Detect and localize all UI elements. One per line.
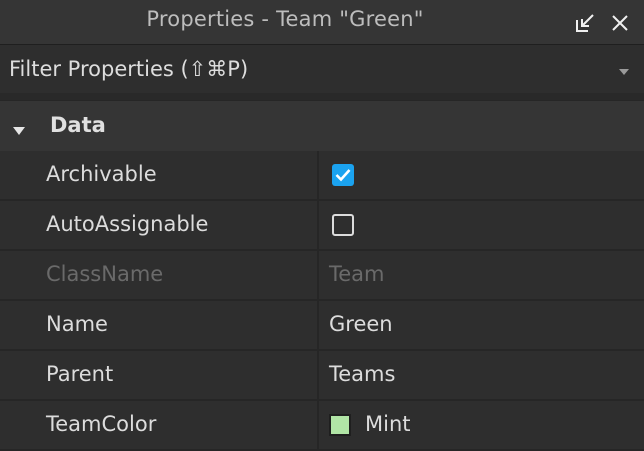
property-row-name[interactable]: Name Green — [0, 301, 644, 351]
property-row-classname: ClassName Team — [0, 251, 644, 301]
column-divider[interactable] — [317, 401, 319, 449]
column-divider[interactable] — [317, 201, 319, 249]
color-swatch[interactable] — [329, 414, 351, 436]
property-row-archivable[interactable]: Archivable — [0, 151, 644, 201]
title-bar: Properties - Team "Green" — [0, 0, 644, 44]
caret-down-icon[interactable] — [12, 121, 26, 135]
close-icon[interactable] — [609, 12, 631, 34]
property-name: Name — [46, 312, 108, 336]
archivable-checkbox[interactable] — [332, 164, 354, 186]
section-label: Data — [50, 113, 106, 137]
property-name: TeamColor — [46, 412, 157, 436]
section-header-data[interactable]: Data — [0, 100, 644, 152]
column-divider[interactable] — [317, 301, 319, 349]
window-title: Properties - Team "Green" — [146, 7, 424, 31]
undock-icon[interactable] — [574, 12, 596, 34]
property-name: AutoAssignable — [46, 212, 209, 236]
property-value: Team — [329, 262, 385, 286]
column-divider[interactable] — [317, 351, 319, 399]
property-value[interactable]: Mint — [365, 412, 411, 436]
column-divider[interactable] — [317, 251, 319, 299]
column-divider[interactable] — [317, 151, 319, 199]
property-row-parent[interactable]: Parent Teams — [0, 351, 644, 401]
filter-bar — [0, 44, 644, 94]
property-row-autoassignable[interactable]: AutoAssignable — [0, 201, 644, 251]
chevron-down-icon[interactable] — [618, 63, 630, 75]
property-value[interactable]: Teams — [329, 362, 395, 386]
property-name: Archivable — [46, 162, 157, 186]
property-list: Archivable AutoAssignable ClassName Team Nam… — [0, 151, 644, 451]
property-value[interactable]: Green — [329, 312, 393, 336]
separator — [0, 93, 644, 100]
property-name: Parent — [46, 362, 114, 386]
property-row-teamcolor[interactable]: TeamColor Mint — [0, 401, 644, 451]
checkmark-icon — [335, 169, 351, 182]
property-name: ClassName — [46, 262, 164, 286]
autoassignable-checkbox[interactable] — [332, 214, 354, 236]
filter-properties-input[interactable] — [9, 54, 599, 84]
